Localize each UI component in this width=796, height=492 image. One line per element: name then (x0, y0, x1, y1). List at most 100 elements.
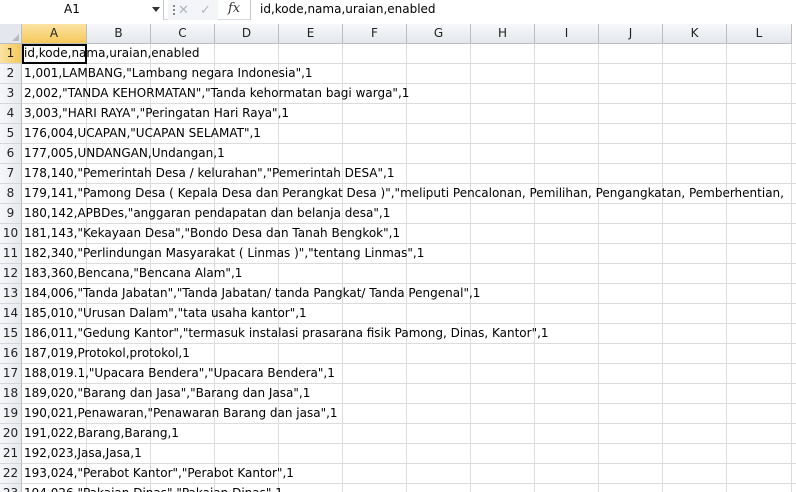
name-box-chevron-down-icon[interactable] (152, 7, 160, 12)
column-header-d[interactable]: D (215, 24, 279, 44)
cell-border (534, 344, 535, 364)
cell-a21[interactable]: 192,023,Jasa,Jasa,1 (24, 444, 142, 464)
row-header[interactable]: 13 (0, 284, 22, 304)
cell-a12[interactable]: 183,360,Bencana,"Bencana Alam",1 (24, 264, 242, 284)
cell-a10[interactable]: 181,143,"Kekayaan Desa","Bondo Desa dan … (24, 224, 400, 244)
cell-border (470, 464, 471, 484)
cell-a16[interactable]: 187,019,Protokol,protokol,1 (24, 344, 190, 364)
row-header[interactable]: 21 (0, 444, 22, 464)
insert-function-icon[interactable]: fx (228, 1, 248, 19)
column-header-f[interactable]: F (343, 24, 407, 44)
name-box[interactable]: A1 (0, 0, 164, 20)
row-header[interactable]: 12 (0, 264, 22, 284)
cell-border (662, 324, 663, 344)
cell-a9[interactable]: 180,142,APBDes,"anggaran pendapatan dan … (24, 204, 390, 224)
table-row: 15 186,011,"Gedung Kantor","termasuk inst… (0, 324, 796, 344)
cell-border (534, 164, 535, 184)
select-all-button[interactable] (0, 24, 22, 44)
cell-a11[interactable]: 182,340,"Perlindungan Masyarakat ( Linma… (24, 244, 424, 264)
spreadsheet-grid[interactable]: ABCDEFGHIJKL 1 id,kode,nama,uraian,enable… (0, 24, 796, 492)
row-header[interactable]: 19 (0, 404, 22, 424)
cell-border (470, 484, 471, 492)
column-header-e[interactable]: E (279, 24, 343, 44)
cell-border (662, 444, 663, 464)
row-header[interactable]: 14 (0, 304, 22, 324)
cell-a23[interactable]: 194,026,"Pakaian Dinas","Pakaian Dinas",… (24, 484, 283, 492)
cell-border (662, 304, 663, 324)
cell-border (726, 404, 727, 424)
cell-border (406, 64, 407, 84)
row-header[interactable]: 23 (0, 484, 22, 492)
row-header[interactable]: 2 (0, 64, 22, 84)
cell-border (278, 44, 279, 64)
enter-check-icon[interactable]: ✓ (200, 3, 211, 18)
row-header[interactable]: 17 (0, 364, 22, 384)
cell-border (278, 344, 279, 364)
cell-border (598, 484, 599, 492)
column-header-k[interactable]: K (663, 24, 727, 44)
cell-a13[interactable]: 184,006,"Tanda Jabatan","Tanda Jabatan/ … (24, 284, 480, 304)
cell-border (342, 444, 343, 464)
row-header[interactable]: 18 (0, 384, 22, 404)
row-header[interactable]: 7 (0, 164, 22, 184)
cell-a15[interactable]: 186,011,"Gedung Kantor","termasuk instal… (24, 324, 549, 344)
cell-a3[interactable]: 2,002,"TANDA KEHORMATAN","Tanda kehormat… (24, 84, 409, 104)
cell-border (791, 464, 792, 484)
column-header-c[interactable]: C (151, 24, 215, 44)
cell-a20[interactable]: 191,022,Barang,Barang,1 (24, 424, 179, 444)
cell-a7[interactable]: 178,140,"Pemerintah Desa / kelurahan","P… (24, 164, 394, 184)
cell-border (791, 84, 792, 104)
cell-border (278, 144, 279, 164)
cell-a4[interactable]: 3,003,"HARI RAYA","Peringatan Hari Raya"… (24, 104, 289, 124)
cell-border (598, 364, 599, 384)
cancel-icon[interactable]: ✕ (178, 3, 189, 18)
formula-input[interactable]: id,kode,nama,uraian,enabled (250, 0, 796, 20)
cell-a6[interactable]: 177,005,UNDANGAN,Undangan,1 (24, 144, 225, 164)
column-header-g[interactable]: G (407, 24, 471, 44)
table-row: 2 1,001,LAMBANG,"Lambang negara Indonesia… (0, 64, 796, 84)
row-header[interactable]: 20 (0, 424, 22, 444)
cell-border (406, 364, 407, 384)
row-header[interactable]: 22 (0, 464, 22, 484)
cell-a18[interactable]: 189,020,"Barang dan Jasa","Barang dan Ja… (24, 384, 310, 404)
row-header[interactable]: 11 (0, 244, 22, 264)
cell-a17[interactable]: 188,019.1,"Upacara Bendera","Upacara Ben… (24, 364, 335, 384)
column-header-l[interactable]: L (727, 24, 792, 44)
row-header[interactable]: 3 (0, 84, 22, 104)
cell-a2[interactable]: 1,001,LAMBANG,"Lambang negara Indonesia"… (24, 64, 313, 84)
cell-a19[interactable]: 190,021,Penawaran,"Penawaran Barang dan … (24, 404, 338, 424)
cell-border (662, 164, 663, 184)
cell-border (278, 424, 279, 444)
cell-a5[interactable]: 176,004,UCAPAN,"UCAPAN SELAMAT",1 (24, 124, 261, 144)
cell-border (662, 344, 663, 364)
cell-border (470, 404, 471, 424)
cell-a8[interactable]: 179,141,"Pamong Desa ( Kepala Desa dan P… (24, 184, 784, 204)
cell-border (598, 304, 599, 324)
cell-border (150, 444, 151, 464)
table-row: 22 193,024,"Perabot Kantor","Perabot Kant… (0, 464, 796, 484)
row-header[interactable]: 15 (0, 324, 22, 344)
row-header[interactable]: 4 (0, 104, 22, 124)
row-header[interactable]: 1 (0, 44, 22, 64)
cell-border (342, 44, 343, 64)
row-header[interactable]: 8 (0, 184, 22, 204)
column-header-b[interactable]: B (87, 24, 151, 44)
column-header-h[interactable]: H (471, 24, 535, 44)
cell-border (598, 424, 599, 444)
cell-border (598, 124, 599, 144)
table-row: 21 192,023,Jasa,Jasa,1 (0, 444, 796, 464)
row-header[interactable]: 16 (0, 344, 22, 364)
cell-border (406, 124, 407, 144)
column-header-a[interactable]: A (22, 24, 87, 44)
column-header-i[interactable]: I (535, 24, 599, 44)
cell-border (726, 124, 727, 144)
cell-a14[interactable]: 185,010,"Urusan Dalam","tata usaha kanto… (24, 304, 307, 324)
row-header[interactable]: 10 (0, 224, 22, 244)
cell-a22[interactable]: 193,024,"Perabot Kantor","Perabot Kantor… (24, 464, 294, 484)
row-header[interactable]: 6 (0, 144, 22, 164)
cell-border (662, 144, 663, 164)
cell-border (534, 364, 535, 384)
row-header[interactable]: 9 (0, 204, 22, 224)
column-header-j[interactable]: J (599, 24, 663, 44)
row-header[interactable]: 5 (0, 124, 22, 144)
